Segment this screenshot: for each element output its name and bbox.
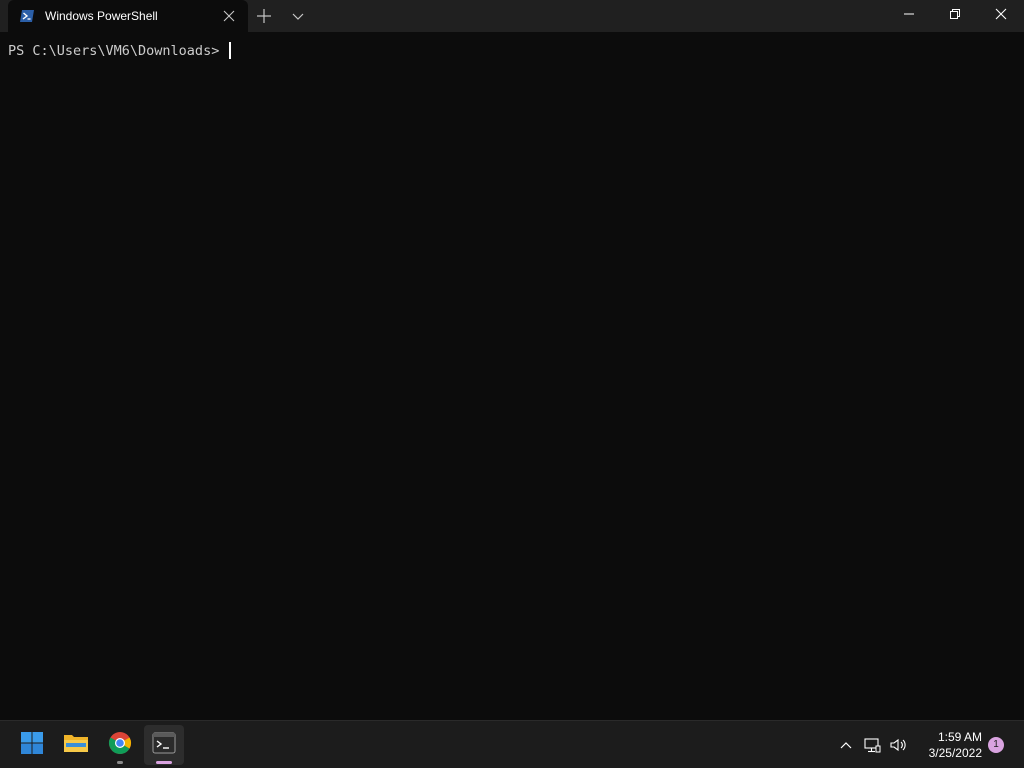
prompt-line[interactable]: PS C:\Users\VM6\Downloads> [8,42,232,59]
network-icon[interactable] [862,735,882,755]
minimize-icon [903,7,915,25]
folder-icon [63,731,89,760]
restore-button[interactable] [932,0,978,32]
clock-time: 1:59 AM [937,730,982,744]
taskbar-file-explorer[interactable] [56,725,96,765]
taskbar: 1:59 AM 3/25/2022 1 [0,720,1024,768]
terminal-output[interactable]: PS C:\Users\VM6\Downloads> [0,32,1024,720]
taskbar-terminal[interactable] [144,725,184,765]
tab-title: Windows PowerShell [45,9,158,23]
taskbar-chrome[interactable] [100,725,140,765]
clock-date: 3/25/2022 [928,746,982,760]
running-indicator [117,761,123,764]
prompt-text: PS C:\Users\VM6\Downloads> [8,42,228,59]
tab-windows-powershell[interactable]: Windows PowerShell [8,0,248,32]
show-hidden-icons-icon[interactable] [836,735,856,755]
close-button[interactable] [978,0,1024,32]
minimize-button[interactable] [886,0,932,32]
windows-logo-icon [20,731,44,760]
plus-icon[interactable] [254,6,274,26]
volume-icon[interactable] [888,735,908,755]
title-bar[interactable]: Windows PowerShell [0,0,1024,32]
terminal-icon [152,732,176,759]
text-cursor [229,42,232,59]
chevron-down-icon[interactable] [288,6,308,26]
close-icon [995,7,1007,25]
powershell-icon [19,8,35,24]
active-indicator [156,761,172,764]
restore-icon [949,7,961,25]
terminal-window: Windows PowerShell PS C:\Users\VM6\Downl… [0,0,1024,720]
chrome-icon [108,731,132,760]
tab-close-icon[interactable] [222,9,236,23]
start-button[interactable] [12,725,52,765]
notification-badge[interactable]: 1 [988,737,1004,753]
clock[interactable]: 1:59 AM 3/25/2022 [914,729,982,761]
